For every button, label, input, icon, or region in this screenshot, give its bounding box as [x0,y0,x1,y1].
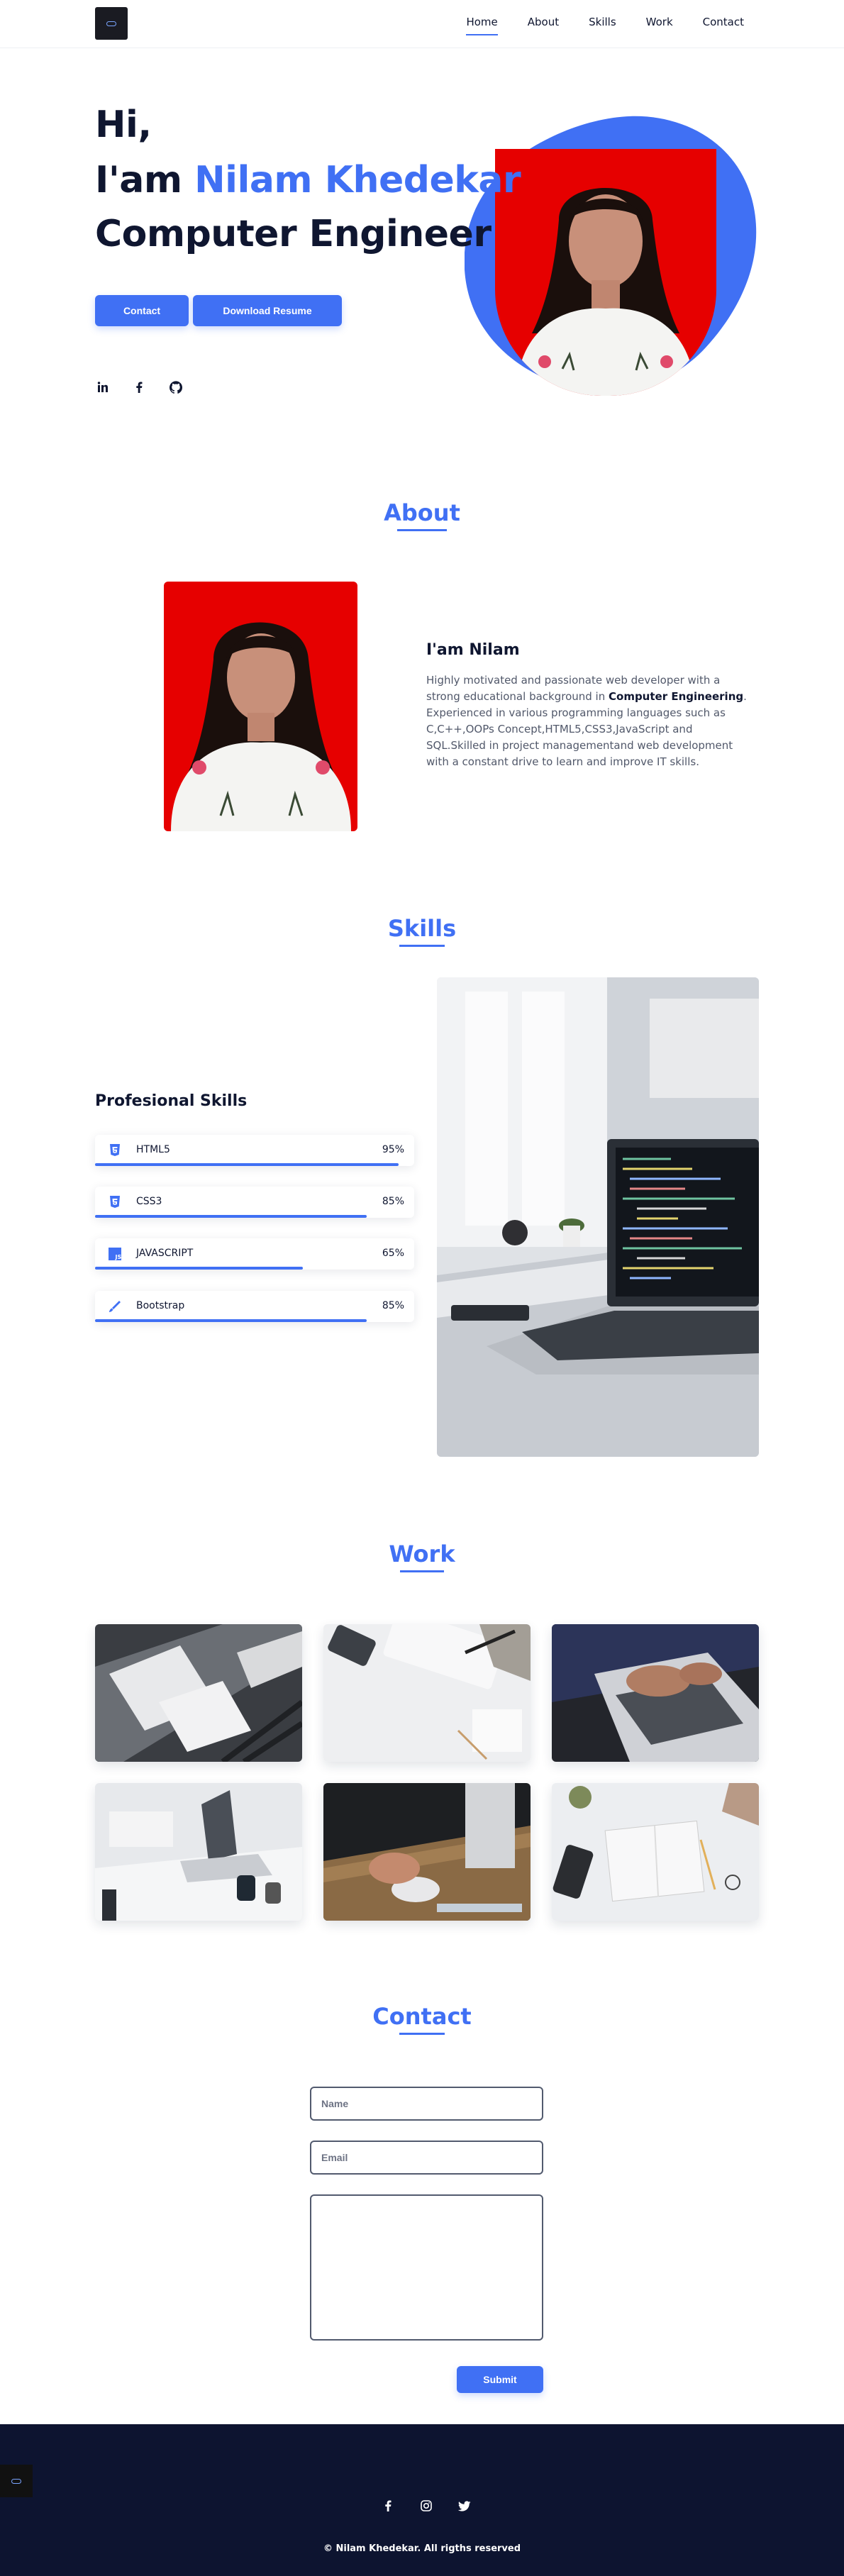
skill-name: CSS3 [136,1196,162,1207]
skills-title: Skills [387,915,457,942]
work-image-2 [323,1624,531,1762]
skill-name: Bootstrap [136,1300,185,1311]
skill-progress-bar [95,1163,399,1166]
work-item[interactable] [323,1624,531,1762]
work-item[interactable] [552,1624,759,1762]
about-text-bold: Computer Engineering [609,690,744,703]
work-image-1 [95,1624,302,1762]
skill-progress-bar [95,1215,367,1218]
skill-item: JS JAVASCRIPT 65% [95,1238,414,1270]
nav-about[interactable]: About [513,16,574,37]
contact-title: Contact [372,2003,472,2030]
skills-heading: Profesional Skills [95,1092,248,1110]
skill-item: HTML5 95% [95,1135,414,1166]
portfolio-page: Home About Skills Work Contact Hi, I'am [0,0,844,2576]
twitter-icon[interactable] [457,2498,472,2514]
about-title-underline [397,529,447,531]
hero-name: Nilam Khedekar [194,159,521,201]
hero-greeting: Hi, [95,104,152,146]
instagram-icon[interactable] [418,2498,434,2514]
about-photo [164,582,357,831]
skill-name: HTML5 [136,1144,170,1155]
work-image-5 [323,1783,531,1921]
skill-progress-bar [95,1267,303,1270]
site-logo[interactable] [95,7,128,40]
skill-percent: 65% [382,1248,404,1259]
work-item[interactable] [95,1624,302,1762]
download-resume-button[interactable]: Download Resume [193,295,342,326]
linkedin-icon[interactable] [95,379,111,396]
hero-intro-prefix: I'am [95,159,195,201]
submit-button[interactable]: Submit [457,2366,543,2393]
hero-intro: I'am Nilam Khedekar [95,159,521,201]
css3-icon [108,1195,122,1209]
work-item[interactable] [552,1783,759,1921]
skill-percent: 85% [382,1300,404,1311]
about-title: About [384,499,460,526]
bootstrap-icon [108,1299,122,1314]
facebook-icon[interactable] [380,2498,396,2514]
work-image-6 [552,1783,759,1921]
work-title-underline [400,1570,444,1572]
footer-copyright: © Nilam Khedekar. All rigths reserved [323,2543,521,2554]
logo-mark-icon [106,21,116,26]
about-heading: I'am Nilam [426,641,520,659]
skill-item: Bootstrap 85% [95,1291,414,1322]
facebook-icon[interactable] [131,379,147,396]
skills-title-underline [399,945,445,947]
work-image-3 [552,1624,759,1762]
hero-portrait [495,149,716,396]
skill-percent: 85% [382,1196,404,1207]
about-portrait [164,582,357,831]
nav-work[interactable]: Work [631,16,688,37]
name-input[interactable] [310,2087,543,2121]
hero-contact-button[interactable]: Contact [95,295,189,326]
skill-item: CSS3 85% [95,1187,414,1218]
skill-name: JAVASCRIPT [136,1248,194,1259]
email-input[interactable] [310,2141,543,2175]
work-image-4 [95,1783,302,1921]
contact-title-underline [399,2033,445,2035]
html5-icon [108,1143,122,1157]
work-item[interactable] [323,1783,531,1921]
skill-progress-bar [95,1319,367,1322]
portrait-photo [495,149,716,396]
message-textarea[interactable] [310,2194,543,2341]
logo-mark-icon [11,2478,21,2484]
nav-skills[interactable]: Skills [574,16,631,37]
about-description: Highly motivated and passionate web deve… [426,672,753,770]
svg-text:JS: JS [115,1254,122,1260]
work-item[interactable] [95,1783,302,1921]
hero-role: Computer Engineer [95,213,492,255]
desk-photo [437,977,759,1457]
footer-logo[interactable] [0,2465,33,2497]
site-header: Home About Skills Work Contact [0,0,844,48]
javascript-icon: JS [108,1247,122,1261]
skill-percent: 95% [382,1144,404,1155]
skills-desk-image [437,977,759,1457]
main-nav: Home About Skills Work Contact [451,16,759,37]
work-title: Work [389,1540,455,1567]
nav-contact[interactable]: Contact [688,16,759,37]
github-icon[interactable] [168,379,184,396]
site-footer: © Nilam Khedekar. All rigths reserved [0,2424,844,2576]
nav-home[interactable]: Home [451,16,512,37]
